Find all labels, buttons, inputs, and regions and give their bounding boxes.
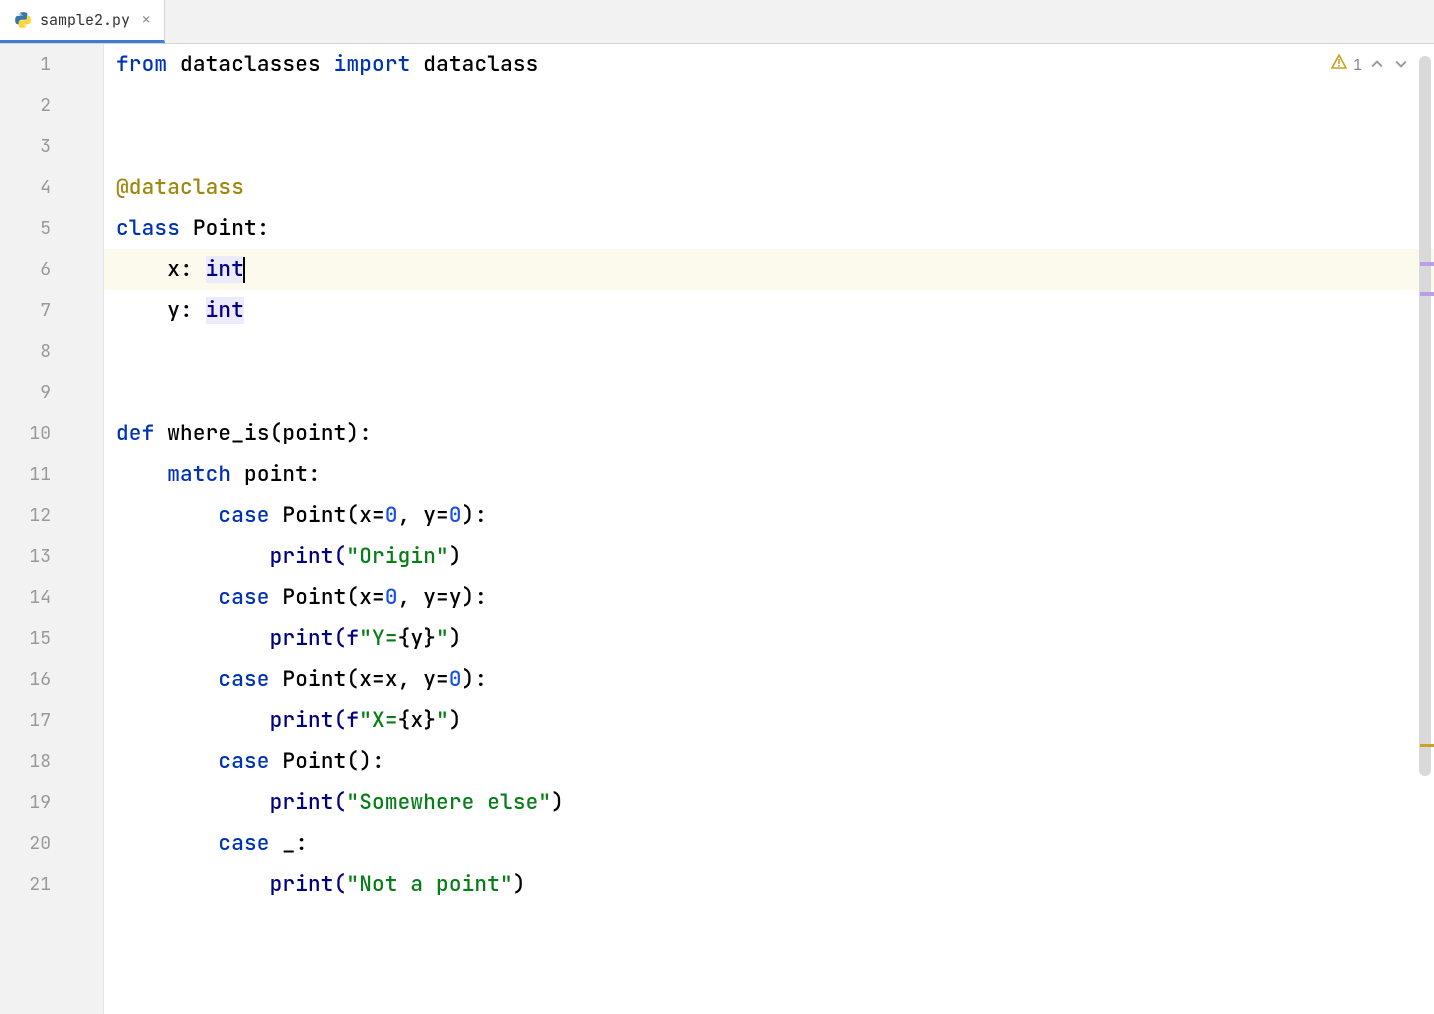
line-number: 1	[0, 44, 103, 85]
code-line[interactable]	[104, 85, 1434, 126]
code-line[interactable]: case Point(x=0, y=y):	[104, 577, 1434, 618]
line-number: 5	[0, 208, 103, 249]
line-number: 2	[0, 85, 103, 126]
line-number: 21	[0, 864, 103, 905]
code-line[interactable]: print(f"Y={y}")	[104, 618, 1434, 659]
code-line[interactable]: case _:	[104, 823, 1434, 864]
line-number: 19	[0, 782, 103, 823]
code-line[interactable]: print("Origin")	[104, 536, 1434, 577]
code-line[interactable]: print("Not a point")	[104, 864, 1434, 905]
scrollbar-thumb[interactable]	[1419, 56, 1431, 776]
marker-warning[interactable]	[1420, 744, 1434, 747]
code-line[interactable]: print(f"X={x}")	[104, 700, 1434, 741]
code-line[interactable]: case Point(x=x, y=0):	[104, 659, 1434, 700]
editor-tab-sample2[interactable]: sample2.py ✕	[0, 0, 165, 43]
code-line[interactable]: case Point():	[104, 741, 1434, 782]
line-number: 7	[0, 290, 103, 331]
line-number: 18	[0, 741, 103, 782]
line-number: 9	[0, 372, 103, 413]
line-number: 11	[0, 454, 103, 495]
code-line[interactable]	[104, 126, 1434, 167]
line-number: 4	[0, 167, 103, 208]
editor-area: 1 2 3 4 5 6 7 8 9 10 11 12 13 14 15 16 1…	[0, 44, 1434, 1014]
gutter: 1 2 3 4 5 6 7 8 9 10 11 12 13 14 15 16 1…	[0, 44, 104, 1014]
code-line[interactable]	[104, 372, 1434, 413]
code-line[interactable]	[104, 331, 1434, 372]
close-icon[interactable]: ✕	[142, 11, 150, 29]
marker-highlight[interactable]	[1420, 292, 1434, 296]
code-area[interactable]: 1 from dataclasses import dataclass @dat…	[104, 44, 1434, 1014]
python-file-icon	[14, 11, 32, 29]
code-line[interactable]: from dataclasses import dataclass	[104, 44, 1434, 85]
code-line[interactable]: print("Somewhere else")	[104, 782, 1434, 823]
code-line[interactable]: match point:	[104, 454, 1434, 495]
line-number: 15	[0, 618, 103, 659]
tab-label: sample2.py	[40, 10, 130, 30]
line-number: 17	[0, 700, 103, 741]
code-line[interactable]: @dataclass	[104, 167, 1434, 208]
scrollbar[interactable]	[1419, 56, 1431, 796]
text-cursor	[243, 257, 245, 283]
line-number: 3	[0, 126, 103, 167]
code-line[interactable]: case Point(x=0, y=0):	[104, 495, 1434, 536]
line-number: 16	[0, 659, 103, 700]
line-number: 8	[0, 331, 103, 372]
line-number: 20	[0, 823, 103, 864]
line-number: 6	[0, 249, 103, 290]
tab-bar: sample2.py ✕	[0, 0, 1434, 44]
line-number: 13	[0, 536, 103, 577]
marker-caret[interactable]	[1420, 262, 1434, 266]
line-number: 12	[0, 495, 103, 536]
code-line-current[interactable]: x: int	[104, 249, 1434, 290]
code-line[interactable]: class Point:	[104, 208, 1434, 249]
code-line[interactable]: y: int	[104, 290, 1434, 331]
line-number: 10	[0, 413, 103, 454]
line-number: 14	[0, 577, 103, 618]
code-line[interactable]: def where_is(point):	[104, 413, 1434, 454]
